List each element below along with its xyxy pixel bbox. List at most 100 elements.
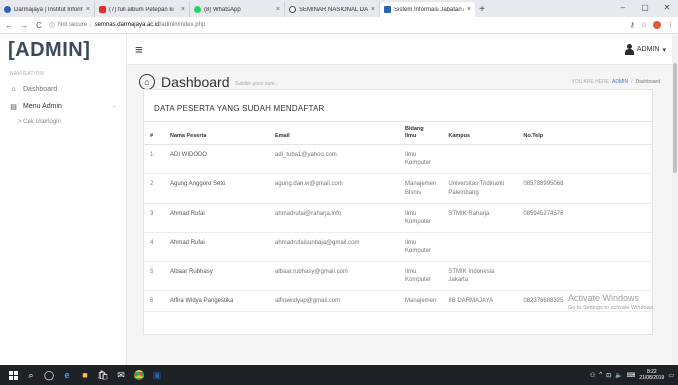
sidebar-subitem-cek-userlogin[interactable]: > Cek Userlogin xyxy=(0,115,126,129)
tab-title: Darmajaya | Institut Informati xyxy=(14,6,83,13)
close-tab-icon[interactable]: × xyxy=(371,6,375,13)
minimize-icon[interactable]: – xyxy=(612,0,634,14)
key-icon[interactable]: ⚷ xyxy=(630,21,635,29)
cell-email: ahmadrufai@raharja.info xyxy=(269,203,399,233)
task-view-icon[interactable]: ◯ xyxy=(40,365,58,385)
cell-phone: 085945274576 xyxy=(517,203,652,233)
word-icon[interactable]: ▣ xyxy=(148,365,166,385)
cell-campus: IIB DARMAJAYA xyxy=(442,290,518,313)
browser-tab[interactable]: SEMINAR NASIONAL DARMA × xyxy=(285,2,380,17)
breadcrumb-separator: / xyxy=(631,79,633,85)
cell-field: Manajemen Bisnis xyxy=(399,173,443,204)
user-name: ADMIN xyxy=(636,46,660,53)
system-tray: ⚇ ^ ⊡ 🔈 ⌨ 8:22 21/08/2019 ▭ xyxy=(590,369,678,382)
close-tab-icon[interactable]: × xyxy=(467,6,471,13)
window-controls: – ▢ ✕ xyxy=(612,0,678,14)
tab-title: (8) WhatsApp xyxy=(204,6,241,13)
favicon-icon xyxy=(4,6,11,13)
list-icon: ▤ xyxy=(10,103,17,111)
cell-email: ahmadrufaisunbaja@gmail.com xyxy=(269,232,399,263)
table-row: 4 Ahmad Rufai ahmadrufaisunbaja@gmail.co… xyxy=(144,232,652,263)
cell-email: agung.dan.w@gmail.com xyxy=(269,173,399,204)
cell-number: 6 xyxy=(144,290,164,313)
cell-campus: STMIK Indonesia Jakarta xyxy=(442,261,518,292)
table-header-row: # Nama Peserta Email Bidang Ilmu Kampus … xyxy=(144,120,652,146)
cell-field: Ilmu Komputer xyxy=(399,261,443,292)
page-scrollbar[interactable] xyxy=(672,35,678,365)
globe-favicon-icon xyxy=(289,6,296,13)
sidebar: [ADMIN] NAVIGATION ⌂ Dashboard ▤ Menu Ad… xyxy=(0,35,127,365)
tab-title: SEMINAR NASIONAL DARMA xyxy=(299,6,368,13)
chevron-up-icon[interactable]: ^ xyxy=(599,372,602,378)
sidebar-item-menu-admin[interactable]: ▤ Menu Admin – xyxy=(0,98,126,115)
forward-icon[interactable]: → xyxy=(19,21,29,30)
clock-date: 21/08/2019 xyxy=(639,375,665,381)
column-header: Bidang Ilmu xyxy=(399,120,443,146)
column-header: No.Telp xyxy=(517,120,652,146)
cell-name: Agung Anggoro Seto xyxy=(164,173,269,204)
cell-phone: 085788995068 xyxy=(517,173,652,204)
info-icon[interactable]: ⓘ xyxy=(49,21,55,30)
cell-field: Ilmu Komputer xyxy=(399,232,443,263)
cell-campus: STMIK Raharja xyxy=(442,203,518,233)
hamburger-menu-icon[interactable]: ≡ xyxy=(135,42,143,57)
cell-number: 4 xyxy=(144,232,164,263)
watermark-title: Activate Windows xyxy=(568,293,640,303)
search-icon[interactable]: ⌕ xyxy=(22,365,40,385)
tab-title: (7) full album Petepan ki xyxy=(109,6,174,13)
start-button[interactable] xyxy=(4,365,22,385)
column-header: Email xyxy=(269,120,399,146)
page-title: Dashboard xyxy=(161,74,230,90)
close-tab-icon[interactable]: × xyxy=(181,6,185,13)
breadcrumb-link-admin[interactable]: ADMIN xyxy=(612,79,628,85)
breadcrumb-current: Dashboard xyxy=(635,79,660,85)
topbar: ≡ ADMIN ▾ xyxy=(127,35,678,65)
edge-icon[interactable]: e xyxy=(58,365,76,385)
close-tab-icon[interactable]: × xyxy=(86,6,90,13)
clock[interactable]: 8:22 21/08/2019 xyxy=(639,369,664,382)
volume-icon[interactable]: 🔈 xyxy=(615,372,622,379)
reload-icon[interactable]: C xyxy=(34,21,44,30)
notifications-icon[interactable]: ▭ xyxy=(668,372,674,379)
browser-tab-active[interactable]: Sistem Informasi Jabatan Aka × xyxy=(380,2,475,17)
mail-icon[interactable]: ✉ xyxy=(112,365,130,385)
url-path: /admin/index.php xyxy=(159,22,206,28)
profile-avatar[interactable] xyxy=(653,21,661,29)
cell-field: Ilmu Komputer xyxy=(399,203,443,233)
card-title: DATA PESERTA YANG SUDAH MENDAFTAR xyxy=(154,104,325,113)
brand-logo[interactable]: [ADMIN] xyxy=(0,35,126,65)
language-icon[interactable]: ⌨ xyxy=(627,372,636,379)
browser-tab[interactable]: Darmajaya | Institut Informati × xyxy=(0,2,95,17)
address-bar: ← → C ⓘ Not secure | semnas.darmajaya.ac… xyxy=(0,17,678,34)
column-header: # xyxy=(144,120,164,146)
user-menu[interactable]: ADMIN ▾ xyxy=(624,44,666,55)
close-window-icon[interactable]: ✕ xyxy=(656,0,678,14)
back-icon[interactable]: ← xyxy=(4,21,14,30)
youtube-favicon-icon xyxy=(99,6,106,13)
browser-tab[interactable]: (8) WhatsApp × xyxy=(190,2,285,17)
star-icon[interactable]: ☆ xyxy=(641,21,647,29)
menu-kebab-icon[interactable]: ⋮ xyxy=(667,21,674,29)
activate-windows-watermark: Activate Windows Go to Settings to activ… xyxy=(568,293,655,311)
scrollbar-thumb[interactable] xyxy=(673,63,677,173)
column-header: Kampus xyxy=(442,120,518,146)
network-icon[interactable]: ⊡ xyxy=(606,372,611,379)
sidebar-item-dashboard[interactable]: ⌂ Dashboard xyxy=(0,81,126,98)
cell-number: 1 xyxy=(144,144,164,175)
file-explorer-icon[interactable]: ■ xyxy=(76,365,94,385)
home-icon: ⌂ xyxy=(11,86,16,93)
close-tab-icon[interactable]: × xyxy=(276,6,280,13)
people-icon[interactable]: ⚇ xyxy=(590,372,595,379)
taskbar: ⌕ ◯ e ■ 🛍 ✉ ▣ ⚇ ^ ⊡ 🔈 ⌨ 8:22 21/08/2019 … xyxy=(0,365,678,385)
breadcrumb: YOU ARE HERE ADMIN / Dashboard xyxy=(572,79,661,85)
browser-tab[interactable]: (7) full album Petepan ki × xyxy=(95,2,190,17)
chrome-icon[interactable] xyxy=(130,365,148,385)
new-tab-button[interactable]: + xyxy=(475,2,489,17)
sidebar-item-label: Menu Admin xyxy=(23,103,62,110)
table-row: 1 ADI WIDODO adi_tuba1@yahoo.com Ilmu Ko… xyxy=(144,144,652,175)
watermark-subtitle: Go to Settings to activate Windows. xyxy=(568,305,655,311)
toolbar-right: ⚷ ☆ ⋮ xyxy=(630,21,674,29)
maximize-icon[interactable]: ▢ xyxy=(634,0,656,14)
url-field[interactable]: ⓘ Not secure | semnas.darmajaya.ac.id/ad… xyxy=(49,21,625,30)
store-icon[interactable]: 🛍 xyxy=(94,365,112,385)
